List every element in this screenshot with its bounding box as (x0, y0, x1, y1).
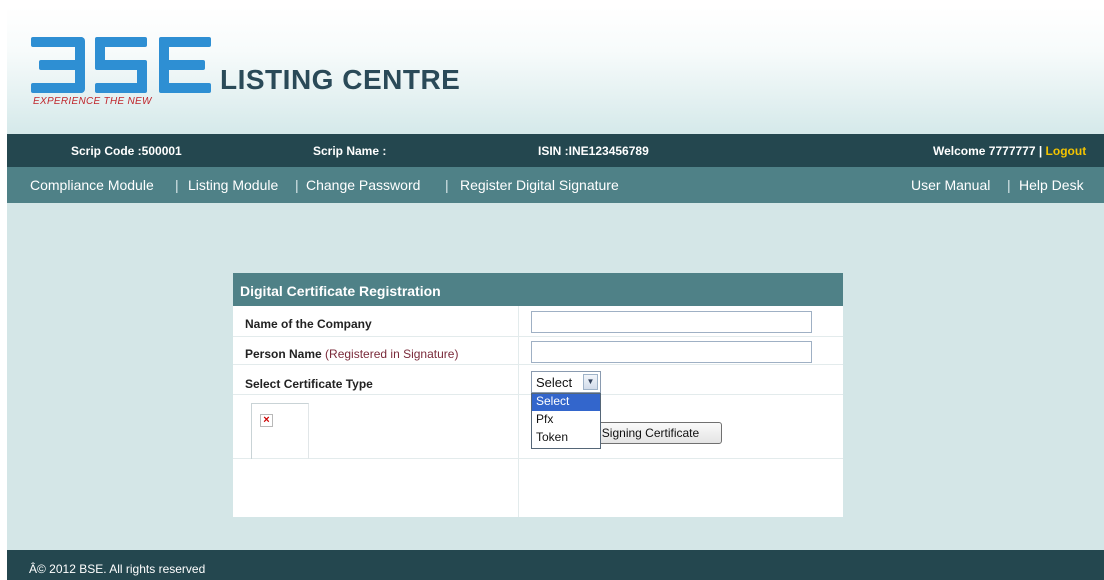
welcome-label: Welcome 7777777 | (933, 144, 1046, 158)
certificate-type-label: Select Certificate Type (245, 377, 373, 391)
broken-image-placeholder: × (251, 403, 309, 459)
option-select[interactable]: Select (532, 394, 600, 411)
menu-separator: | (175, 177, 179, 193)
option-token[interactable]: Token (532, 430, 600, 447)
site-title: LISTING CENTRE (220, 64, 461, 95)
page-frame: EXPERIENCE THE NEW LISTING CENTRE Scrip … (7, 7, 1104, 580)
row-divider (233, 336, 843, 337)
menu-separator: | (445, 177, 449, 193)
person-name-input[interactable] (531, 341, 812, 363)
isin-code: ISIN :INE123456789 (538, 144, 649, 158)
menu-help-desk[interactable]: Help Desk (1019, 177, 1084, 193)
main-menu: Compliance Module | Listing Module | Cha… (7, 167, 1104, 203)
row-divider (233, 458, 843, 459)
site-header: EXPERIENCE THE NEW LISTING CENTRE (7, 7, 1104, 134)
welcome-text: Welcome 7777777 | Logout (933, 144, 1086, 158)
person-name-label: Person Name (Registered in Signature) (245, 347, 458, 361)
scrip-code: Scrip Code :500001 (71, 144, 182, 158)
company-name-input[interactable] (531, 311, 812, 333)
broken-image-icon: × (260, 414, 273, 427)
certificate-type-selected: Select (536, 375, 573, 390)
info-bar: Scrip Code :500001 Scrip Name : ISIN :IN… (7, 134, 1104, 167)
menu-separator: | (295, 177, 299, 193)
scrip-name: Scrip Name : (313, 144, 387, 158)
menu-compliance-module[interactable]: Compliance Module (30, 177, 154, 193)
digital-certificate-panel: Digital Certificate Registration Name of… (233, 273, 843, 517)
copyright-text: Â© 2012 BSE. All rights reserved (29, 562, 206, 576)
site-footer: Â© 2012 BSE. All rights reserved (7, 550, 1104, 580)
row-divider (233, 364, 843, 365)
column-divider (518, 306, 519, 517)
menu-user-manual[interactable]: User Manual (911, 177, 990, 193)
menu-separator: | (1007, 177, 1011, 193)
certificate-type-dropdown: Select Pfx Token (531, 393, 601, 449)
logo-tagline: EXPERIENCE THE NEW (33, 96, 152, 107)
company-name-label: Name of the Company (245, 317, 372, 331)
chevron-down-icon[interactable]: ▼ (583, 374, 598, 390)
person-name-label-text: Person Name (245, 347, 322, 361)
person-name-note: (Registered in Signature) (325, 347, 459, 361)
menu-change-password[interactable]: Change Password (306, 177, 420, 193)
panel-header: Digital Certificate Registration (233, 273, 843, 306)
option-pfx[interactable]: Pfx (532, 412, 600, 429)
menu-listing-module[interactable]: Listing Module (188, 177, 278, 193)
logout-link[interactable]: Logout (1046, 144, 1087, 158)
menu-register-digital-signature[interactable]: Register Digital Signature (460, 177, 619, 193)
panel-title: Digital Certificate Registration (240, 283, 441, 299)
certificate-type-select[interactable]: Select ▼ (531, 371, 601, 393)
